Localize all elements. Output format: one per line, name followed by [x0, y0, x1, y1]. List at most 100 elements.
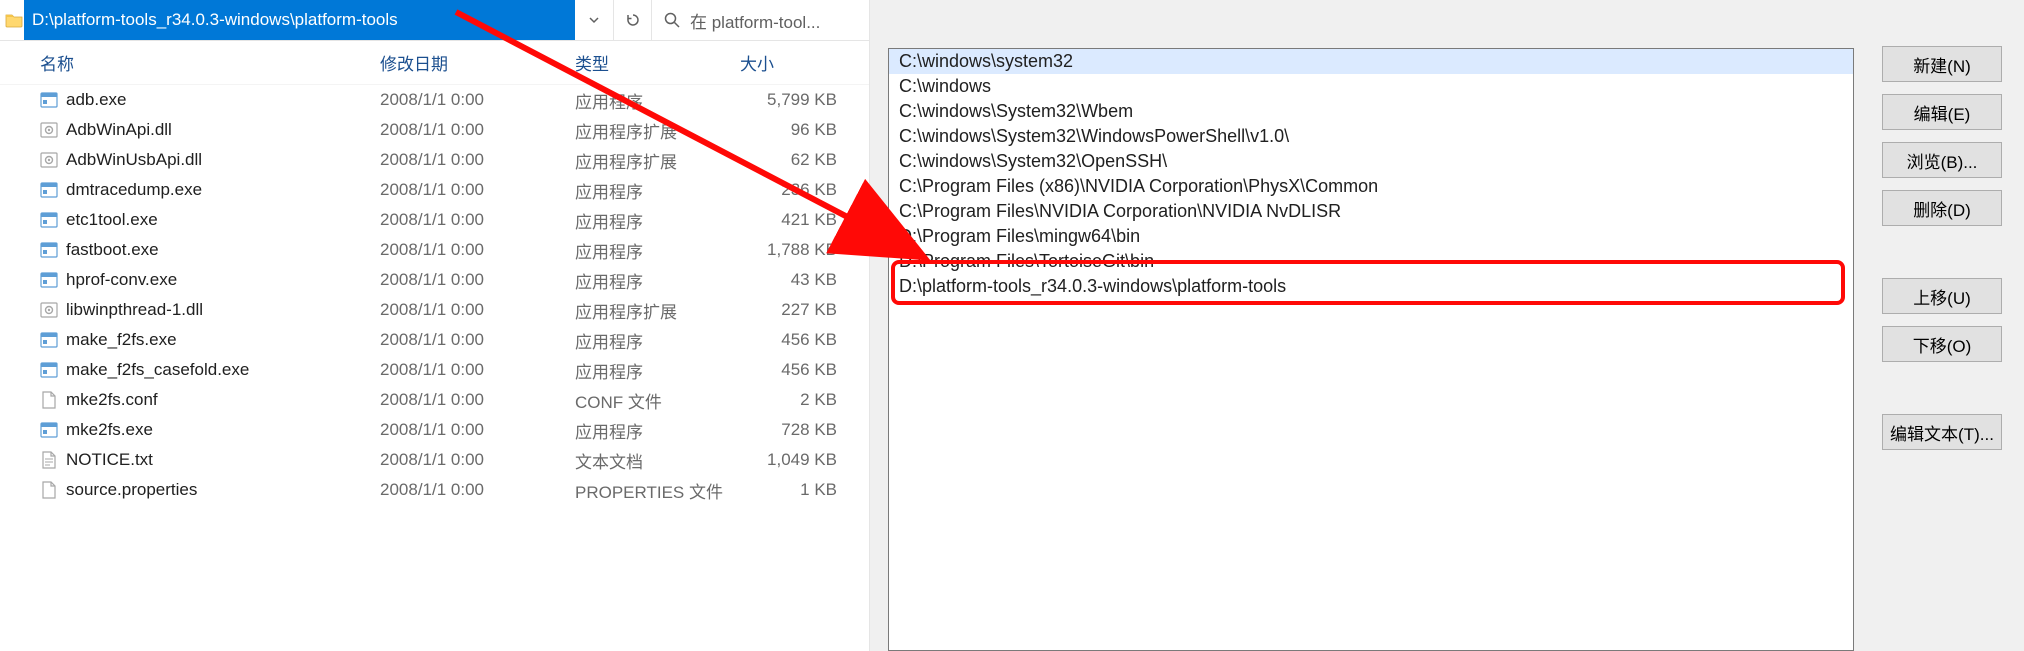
- file-name: make_f2fs.exe: [66, 330, 177, 350]
- file-size: 96 KB: [740, 120, 845, 140]
- file-type-icon: [40, 391, 58, 409]
- file-row[interactable]: mke2fs.exe2008/1/1 0:00应用程序728 KB: [0, 415, 869, 445]
- file-row[interactable]: hprof-conv.exe2008/1/1 0:00应用程序43 KB: [0, 265, 869, 295]
- file-type-icon: [40, 301, 58, 319]
- file-type-icon: [40, 361, 58, 379]
- refresh-button[interactable]: [613, 0, 651, 40]
- file-row[interactable]: libwinpthread-1.dll2008/1/1 0:00应用程序扩展22…: [0, 295, 869, 325]
- file-name: fastboot.exe: [66, 240, 159, 260]
- env-path-item[interactable]: C:\Program Files\NVIDIA Corporation\NVID…: [889, 199, 1853, 224]
- moveup-button[interactable]: 上移(U): [1882, 278, 2002, 314]
- file-type-icon: [40, 121, 58, 139]
- browse-button[interactable]: 浏览(B)...: [1882, 142, 2002, 178]
- file-type: 应用程序: [575, 88, 740, 113]
- edittext-button[interactable]: 编辑文本(T)...: [1882, 414, 2002, 450]
- delete-button[interactable]: 删除(D): [1882, 190, 2002, 226]
- file-date: 2008/1/1 0:00: [380, 150, 575, 170]
- file-size: 1 KB: [740, 480, 845, 500]
- file-date: 2008/1/1 0:00: [380, 360, 575, 380]
- file-row[interactable]: fastboot.exe2008/1/1 0:00应用程序1,788 KB: [0, 235, 869, 265]
- column-date[interactable]: 修改日期: [380, 50, 575, 75]
- new-button[interactable]: 新建(N): [1882, 46, 2002, 82]
- file-type: 应用程序扩展: [575, 298, 740, 323]
- file-type-icon: [40, 331, 58, 349]
- file-name: etc1tool.exe: [66, 210, 158, 230]
- env-path-item[interactable]: C:\windows\system32: [889, 49, 1853, 74]
- file-size: 728 KB: [740, 420, 845, 440]
- file-type-icon: [40, 151, 58, 169]
- file-name: libwinpthread-1.dll: [66, 300, 203, 320]
- file-list[interactable]: adb.exe2008/1/1 0:00应用程序5,799 KBAdbWinAp…: [0, 85, 869, 651]
- env-path-item[interactable]: C:\Program Files (x86)\NVIDIA Corporatio…: [889, 174, 1853, 199]
- file-type-icon: [40, 481, 58, 499]
- env-path-item[interactable]: C:\windows\System32\Wbem: [889, 99, 1853, 124]
- env-list-wrap: C:\windows\system32C:\windowsC:\windows\…: [870, 4, 1864, 651]
- file-row[interactable]: make_f2fs.exe 2008/1/1 0:00应用程序456 KB: [0, 325, 869, 355]
- file-type: 应用程序: [575, 418, 740, 443]
- file-name: adb.exe: [66, 90, 127, 110]
- search-input[interactable]: 在 platform-tool...: [651, 0, 869, 40]
- file-name: source.properties: [66, 480, 197, 500]
- file-explorer-panel: 在 platform-tool... 名称 修改日期 类型 大小 adb.exe…: [0, 0, 870, 651]
- column-name[interactable]: 名称: [0, 50, 380, 75]
- file-type: 应用程序: [575, 178, 740, 203]
- file-size: 2 KB: [740, 390, 845, 410]
- file-name: hprof-conv.exe: [66, 270, 177, 290]
- file-name: AdbWinApi.dll: [66, 120, 172, 140]
- file-date: 2008/1/1 0:00: [380, 330, 575, 350]
- file-row[interactable]: make_f2fs_casefold.exe2008/1/1 0:00应用程序4…: [0, 355, 869, 385]
- file-date: 2008/1/1 0:00: [380, 450, 575, 470]
- file-type-icon: [40, 241, 58, 259]
- file-type: 应用程序扩展: [575, 118, 740, 143]
- file-row[interactable]: etc1tool.exe2008/1/1 0:00应用程序421 KB: [0, 205, 869, 235]
- env-path-item[interactable]: C:\windows: [889, 74, 1853, 99]
- env-path-list[interactable]: C:\windows\system32C:\windowsC:\windows\…: [888, 48, 1854, 651]
- search-icon: [664, 12, 680, 28]
- file-type: 应用程序: [575, 208, 740, 233]
- file-row[interactable]: dmtracedump.exe2008/1/1 0:00应用程序236 KB: [0, 175, 869, 205]
- file-row[interactable]: source.properties2008/1/1 0:00PROPERTIES…: [0, 475, 869, 505]
- file-row[interactable]: NOTICE.txt 2008/1/1 0:00文本文档1,049 KB: [0, 445, 869, 475]
- env-path-item[interactable]: D:\Program Files\TortoiseGit\bin: [889, 249, 1853, 274]
- file-type: 应用程序: [575, 268, 740, 293]
- env-path-item[interactable]: D:\Program Files\mingw64\bin: [889, 224, 1853, 249]
- column-size[interactable]: 大小: [740, 50, 845, 75]
- file-type: 应用程序扩展: [575, 148, 740, 173]
- movedown-button[interactable]: 下移(O): [1882, 326, 2002, 362]
- env-path-item[interactable]: C:\windows\System32\OpenSSH\: [889, 149, 1853, 174]
- file-name: NOTICE.txt: [66, 450, 153, 470]
- file-date: 2008/1/1 0:00: [380, 390, 575, 410]
- file-size: 456 KB: [740, 330, 845, 350]
- file-name: dmtracedump.exe: [66, 180, 202, 200]
- column-type[interactable]: 类型: [575, 50, 740, 75]
- file-type-icon: [40, 91, 58, 109]
- address-input[interactable]: [24, 0, 575, 40]
- file-type: 应用程序: [575, 328, 740, 353]
- edit-button[interactable]: 编辑(E): [1882, 94, 2002, 130]
- file-size: 43 KB: [740, 270, 845, 290]
- file-type: 应用程序: [575, 238, 740, 263]
- address-dropdown-button[interactable]: [575, 0, 613, 40]
- env-path-item[interactable]: C:\windows\System32\WindowsPowerShell\v1…: [889, 124, 1853, 149]
- file-type: 应用程序: [575, 358, 740, 383]
- file-size: 1,049 KB: [740, 450, 845, 470]
- file-row[interactable]: adb.exe 2008/1/1 0:00应用程序5,799 KB: [0, 85, 869, 115]
- file-type: 文本文档: [575, 448, 740, 473]
- file-type-icon: [40, 271, 58, 289]
- file-type: PROPERTIES 文件: [575, 478, 740, 503]
- folder-icon: [0, 0, 24, 40]
- file-name: mke2fs.conf: [66, 390, 158, 410]
- file-type-icon: [40, 211, 58, 229]
- file-date: 2008/1/1 0:00: [380, 90, 575, 110]
- file-row[interactable]: AdbWinApi.dll 2008/1/1 0:00应用程序扩展96 KB: [0, 115, 869, 145]
- search-placeholder: 在 platform-tool...: [690, 8, 820, 33]
- env-path-item[interactable]: D:\platform-tools_r34.0.3-windows\platfo…: [889, 274, 1853, 299]
- file-date: 2008/1/1 0:00: [380, 120, 575, 140]
- file-name: mke2fs.exe: [66, 420, 153, 440]
- file-row[interactable]: AdbWinUsbApi.dll2008/1/1 0:00应用程序扩展62 KB: [0, 145, 869, 175]
- file-type-icon: [40, 451, 58, 469]
- file-date: 2008/1/1 0:00: [380, 240, 575, 260]
- file-row[interactable]: mke2fs.conf2008/1/1 0:00CONF 文件2 KB: [0, 385, 869, 415]
- file-size: 5,799 KB: [740, 90, 845, 110]
- column-header-row: 名称 修改日期 类型 大小: [0, 41, 869, 85]
